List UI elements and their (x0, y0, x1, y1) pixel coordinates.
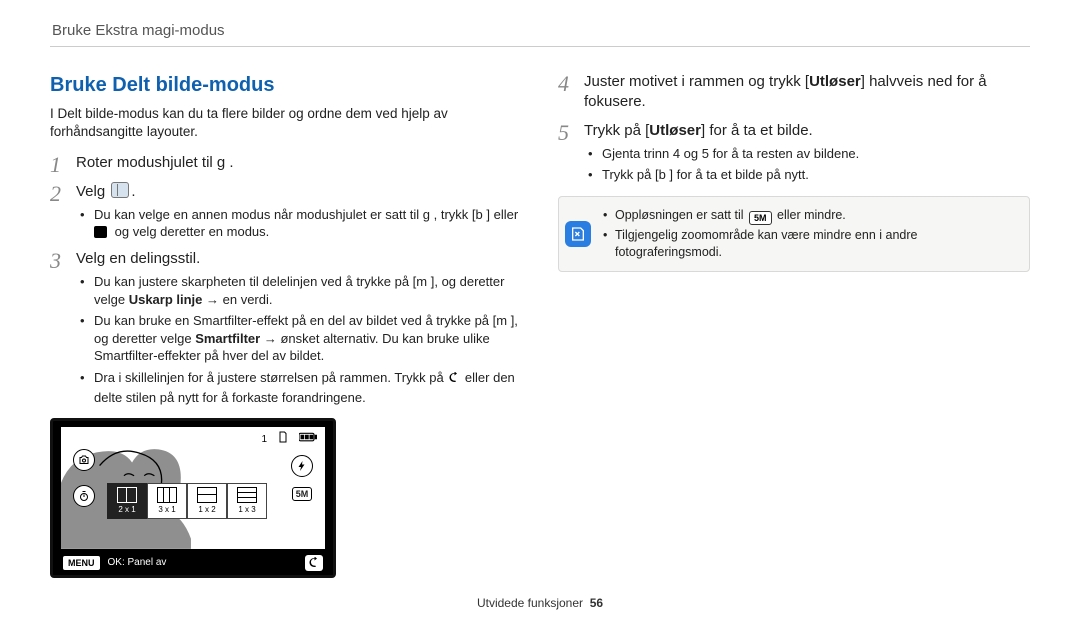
bottombar-text: OK: Panel av (108, 556, 167, 570)
step2-sub-post: og velg deretter en modus. (115, 224, 270, 239)
s3b1-bold: Uskarp linje (129, 292, 203, 307)
left-column: Bruke Delt bilde-modus I Delt bilde-modu… (50, 72, 522, 578)
camera-right-icons: 5M (291, 455, 313, 501)
steps-right: Juster motivet i rammen og trykk [Utløse… (558, 72, 1030, 184)
layout-1x2[interactable]: 1 x 2 (187, 483, 227, 519)
step-2: Velg . Du kan velge en annen modus når m… (50, 182, 522, 241)
step-3-text: Velg en delingsstil. (76, 250, 200, 267)
layout-3x1[interactable]: 3 x 1 (147, 483, 187, 519)
note-1: Oppløsningen er satt til 5M eller mindre… (603, 207, 1019, 225)
step-5-sub: Gjenta trinn 4 og 5 for å ta resten av b… (588, 145, 1030, 184)
redo-button[interactable] (305, 555, 323, 571)
step-3: Velg en delingsstil. Du kan justere skar… (50, 249, 522, 406)
page-footer: Utvidede funksjoner 56 (0, 596, 1080, 610)
menu-button[interactable]: MENU (63, 556, 100, 570)
camera-viewport: 1 (61, 427, 325, 549)
note1-pre: Oppløsningen er satt til (615, 208, 747, 222)
flash-icon (291, 455, 313, 477)
s3b1-post: → en verdi. (202, 292, 272, 307)
camera-icon (73, 449, 95, 471)
step-3-sub-3: Dra i skillelinjen for å justere størrel… (80, 369, 522, 406)
step-2-pre: Velg (76, 183, 109, 200)
step-5-sub-1: Gjenta trinn 4 og 5 for å ta resten av b… (588, 145, 1030, 163)
step-3-sub: Du kan justere skarpheten til delelinjen… (80, 273, 522, 406)
stopwatch-icon (73, 485, 95, 507)
camera-illustration: 1 (50, 418, 336, 578)
s5-bold: Utløser (649, 122, 701, 139)
layout-3x1-icon (157, 487, 177, 503)
layout-2x1-icon (117, 487, 137, 503)
step2-sub-pre: Du kan velge en annen modus når modushju… (94, 207, 518, 222)
page-header: Bruke Ekstra magi-modus (52, 22, 225, 39)
layout-3x1-label: 3 x 1 (158, 505, 175, 516)
content-columns: Bruke Delt bilde-modus I Delt bilde-modu… (50, 72, 1030, 578)
layout-2x1-label: 2 x 1 (118, 505, 135, 516)
note1-chip: 5M (749, 211, 772, 225)
note-box: Oppløsningen er satt til 5M eller mindre… (558, 196, 1030, 272)
layout-row: 2 x 1 3 x 1 1 x 2 1 x 3 (107, 483, 267, 519)
right-column: Juster motivet i rammen og trykk [Utløse… (558, 72, 1030, 578)
split-mode-icon (111, 182, 129, 198)
page: Bruke Ekstra magi-modus Bruke Delt bilde… (0, 0, 1080, 630)
header-rule (50, 46, 1030, 47)
camera-statusbar: 1 (259, 431, 319, 448)
redo-icon (447, 371, 461, 389)
section-title: Bruke Delt bilde-modus (50, 72, 522, 99)
step-2-post: . (131, 183, 135, 200)
footer-text: Utvidede funksjoner (477, 596, 583, 610)
step-2-sub-1: Du kan velge en annen modus når modushju… (80, 206, 522, 241)
page-number: 56 (590, 596, 603, 610)
sd-icon (275, 431, 291, 448)
s5-pre: Trykk på [ (584, 122, 649, 139)
shot-count: 1 (259, 433, 269, 447)
layout-1x2-label: 1 x 2 (198, 505, 215, 516)
section-intro: I Delt bilde-modus kan du ta flere bilde… (50, 105, 522, 141)
battery-icon (297, 432, 319, 447)
layout-1x3[interactable]: 1 x 3 (227, 483, 267, 519)
layout-2x1[interactable]: 2 x 1 (107, 483, 147, 519)
steps-left: Roter modushjulet til g . Velg . Du kan … (50, 153, 522, 406)
step-4: Juster motivet i rammen og trykk [Utløse… (558, 72, 1030, 113)
note-icon (565, 221, 591, 247)
step-5-sub-2: Trykk på [b ] for å ta et bilde på nytt. (588, 166, 1030, 184)
s4-bold: Utløser (809, 73, 861, 90)
camera-left-icons (73, 449, 95, 507)
layout-1x3-label: 1 x 3 (238, 505, 255, 516)
s4-pre: Juster motivet i rammen og trykk [ (584, 73, 809, 90)
step-1: Roter modushjulet til g . (50, 153, 522, 173)
resolution-chip: 5M (292, 487, 313, 501)
s3b3-pre: Dra i skillelinjen for å justere størrel… (94, 370, 447, 385)
step-2-sub: Du kan velge en annen modus når modushju… (80, 206, 522, 241)
s5-post: ] for å ta et bilde. (701, 122, 813, 139)
mode-chip-icon (94, 226, 107, 238)
step-3-sub-1: Du kan justere skarpheten til delelinjen… (80, 273, 522, 308)
step-3-sub-2: Du kan bruke en Smartfilter-effekt på en… (80, 312, 522, 365)
layout-1x3-icon (237, 487, 257, 503)
camera-bottombar: MENU OK: Panel av (53, 551, 333, 575)
layout-1x2-icon (197, 487, 217, 503)
note-2: Tilgjengelig zoomområde kan være mindre … (603, 227, 1019, 261)
s3b2-bold: Smartfilter (195, 331, 260, 346)
note1-post: eller mindre. (774, 208, 846, 222)
step-5: Trykk på [Utløser] for å ta et bilde. Gj… (558, 121, 1030, 184)
